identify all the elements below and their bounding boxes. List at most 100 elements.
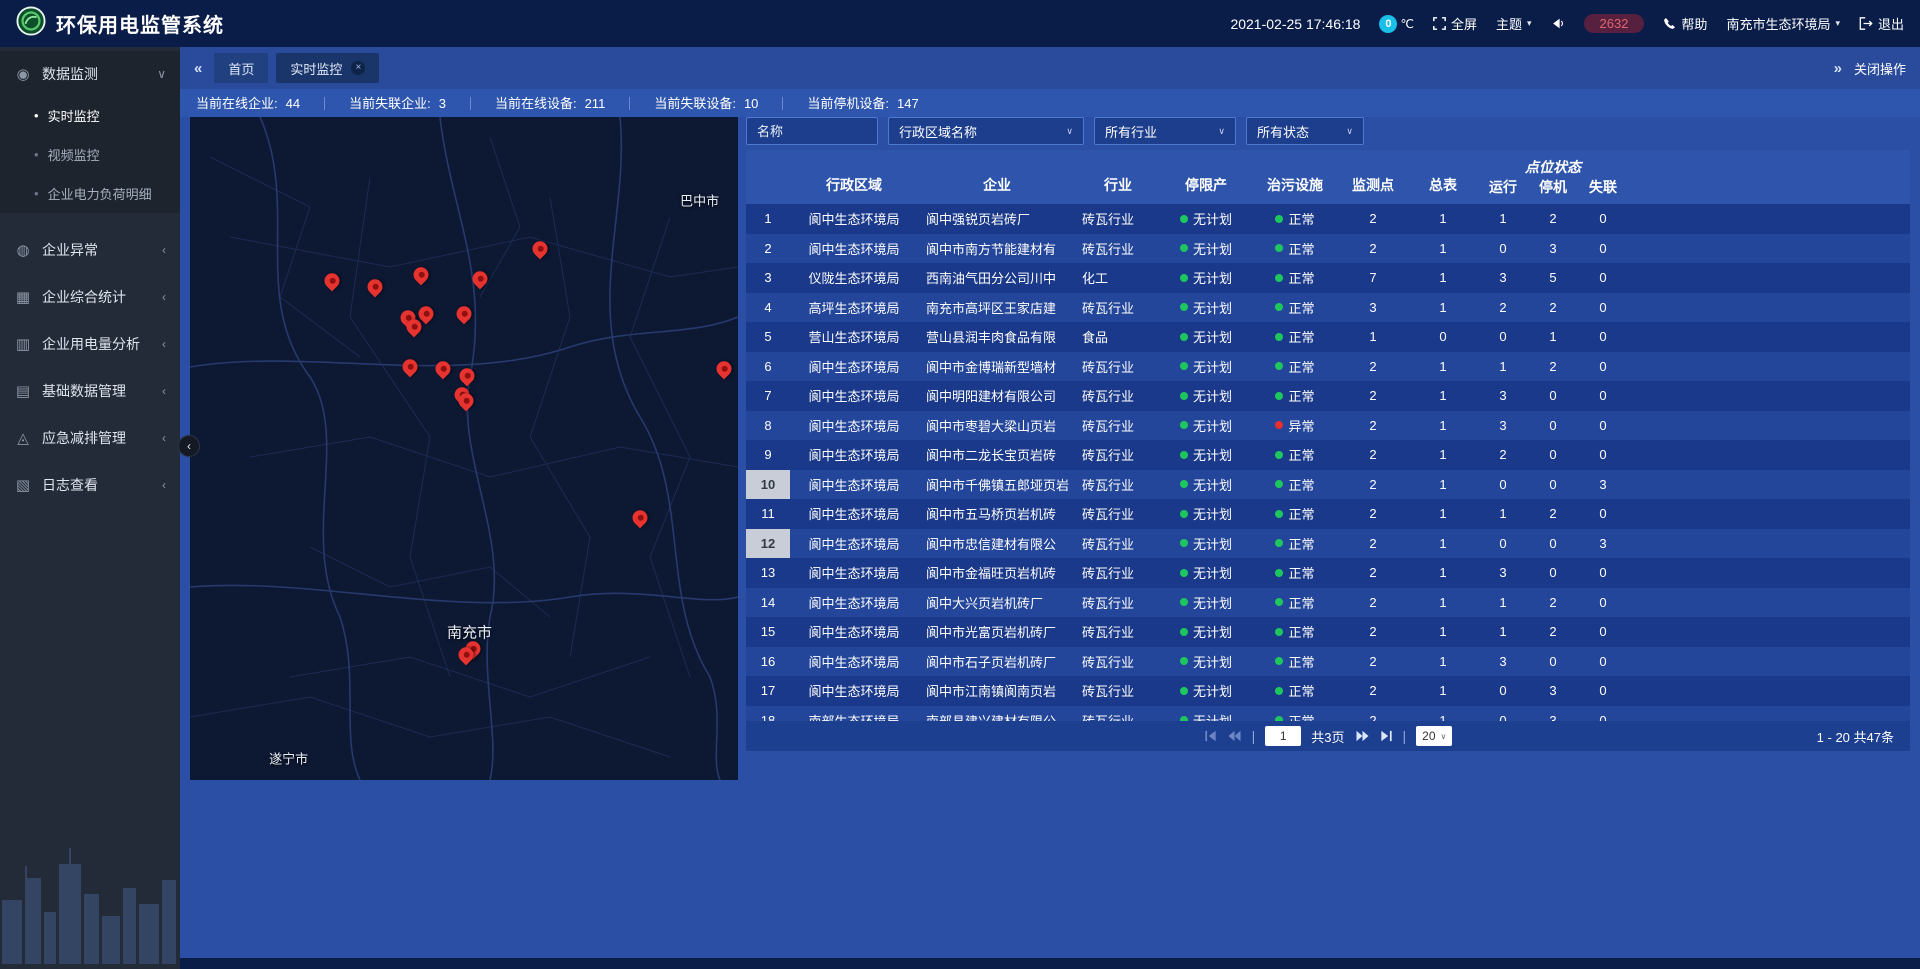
row-region: 阆中生态环境局 bbox=[790, 234, 918, 264]
announcement-button[interactable] bbox=[1551, 17, 1565, 30]
map-panel[interactable]: 巴中市南充市遂宁市 bbox=[190, 117, 738, 780]
alert-count-badge[interactable]: 2632 bbox=[1584, 14, 1645, 33]
row-company: 阆中市枣碧大梁山页岩 bbox=[918, 411, 1076, 441]
col-header-lost: 失联 bbox=[1578, 177, 1628, 206]
tab-home[interactable]: 首页 bbox=[214, 53, 268, 83]
row-company: 阆中市光富页岩机砖厂 bbox=[918, 617, 1076, 647]
table-row[interactable]: 13阆中生态环境局阆中市金福旺页岩机砖砖瓦行业无计划正常21300 bbox=[746, 558, 1910, 588]
row-region: 阆中生态环境局 bbox=[790, 352, 918, 382]
row-region: 南部生态环境局 bbox=[790, 706, 918, 722]
page-size-select[interactable]: 20 ∨ bbox=[1416, 726, 1452, 746]
status-dot bbox=[1275, 303, 1283, 311]
status-filter-select[interactable]: 所有状态 ∨ bbox=[1246, 117, 1364, 145]
row-stopped-count: 0 bbox=[1528, 440, 1578, 470]
table-row[interactable]: 4高坪生态环境局南充市高坪区王家店建砖瓦行业无计划正常31220 bbox=[746, 293, 1910, 323]
row-monitor-points: 2 bbox=[1338, 706, 1408, 722]
table-row[interactable]: 5营山生态环境局营山县润丰肉食品有限食品无计划正常10010 bbox=[746, 322, 1910, 352]
table-row[interactable]: 7阆中生态环境局阆中明阳建材有限公司砖瓦行业无计划正常21300 bbox=[746, 381, 1910, 411]
table-row[interactable]: 10阆中生态环境局阆中市千佛镇五郎垭页岩砖瓦行业无计划正常21003 bbox=[746, 470, 1910, 500]
first-page-button[interactable] bbox=[1204, 730, 1217, 742]
status-dot bbox=[1275, 539, 1283, 547]
sidebar-item-enterprise-abnormal[interactable]: ◍企业异常‹ bbox=[0, 227, 180, 272]
table-row[interactable]: 9阆中生态环境局阆中市二龙长宝页岩砖砖瓦行业无计划正常21200 bbox=[746, 440, 1910, 470]
row-region: 阆中生态环境局 bbox=[790, 676, 918, 706]
industry-filter-select[interactable]: 所有行业 ∨ bbox=[1094, 117, 1236, 145]
row-lost-count: 0 bbox=[1578, 617, 1628, 647]
sidebar-item-enterprise-statistics-label: 企业综合统计 bbox=[42, 287, 152, 307]
sidebar-item-power-usage-analysis[interactable]: ▥企业用电量分析‹ bbox=[0, 321, 180, 366]
chevron-down-icon: ▾ bbox=[1527, 18, 1532, 29]
table-row[interactable]: 18南部生态环境局南部县建兴建材有限公砖瓦行业无计划正常21030 bbox=[746, 706, 1910, 722]
table-row[interactable]: 15阆中生态环境局阆中市光富页岩机砖厂砖瓦行业无计划正常21120 bbox=[746, 617, 1910, 647]
tabs-scroll-right-icon[interactable]: » bbox=[1834, 60, 1842, 77]
top-header: 环保用电监管系统 2021-02-25 17:46:18 0 ℃ 全屏 主题 ▾… bbox=[0, 0, 1920, 47]
region-filter-select[interactable]: 行政区域名称 ∨ bbox=[888, 117, 1084, 145]
next-page-button[interactable] bbox=[1355, 730, 1370, 742]
status-dot bbox=[1180, 539, 1188, 547]
row-region: 阆中生态环境局 bbox=[790, 588, 918, 618]
row-running-count: 3 bbox=[1478, 381, 1528, 411]
table-row[interactable]: 6阆中生态环境局阆中市金博瑞新型墙材砖瓦行业无计划正常21120 bbox=[746, 352, 1910, 382]
table-row[interactable]: 11阆中生态环境局阆中市五马桥页岩机砖砖瓦行业无计划正常21120 bbox=[746, 499, 1910, 529]
row-index: 14 bbox=[746, 588, 790, 618]
status-dot bbox=[1180, 480, 1188, 488]
region-filter-value: 行政区域名称 bbox=[899, 122, 977, 141]
logout-button[interactable]: 退出 bbox=[1859, 14, 1904, 33]
help-button[interactable]: 帮助 bbox=[1663, 14, 1707, 33]
row-lost-count: 3 bbox=[1578, 529, 1628, 559]
sidebar-item-base-data-management[interactable]: ▤基础数据管理‹ bbox=[0, 368, 180, 413]
row-stopped-count: 1 bbox=[1528, 322, 1578, 352]
data-monitor-icon: ◉ bbox=[14, 65, 32, 83]
page-number-input[interactable] bbox=[1265, 726, 1301, 746]
row-running-count: 0 bbox=[1478, 676, 1528, 706]
row-lost-count: 0 bbox=[1578, 322, 1628, 352]
table-row[interactable]: 17阆中生态环境局阆中市江南镇阆南页岩砖瓦行业无计划正常21030 bbox=[746, 676, 1910, 706]
row-total-meters: 1 bbox=[1408, 499, 1478, 529]
row-facility-status: 正常 bbox=[1252, 352, 1338, 382]
table-row[interactable]: 3仪陇生态环境局西南油气田分公司川中化工无计划正常71350 bbox=[746, 263, 1910, 293]
theme-dropdown[interactable]: 主题 ▾ bbox=[1496, 14, 1532, 33]
sidebar-item-realtime-monitor[interactable]: •实时监控 bbox=[0, 96, 180, 135]
table-row[interactable]: 12阆中生态环境局阆中市忠信建材有限公砖瓦行业无计划正常21003 bbox=[746, 529, 1910, 559]
sidebar-item-power-load-detail[interactable]: •企业电力负荷明细 bbox=[0, 174, 180, 213]
table-row[interactable]: 16阆中生态环境局阆中市石子页岩机砖厂砖瓦行业无计划正常21300 bbox=[746, 647, 1910, 677]
row-limit-status: 无计划 bbox=[1160, 411, 1252, 441]
chevron-down-icon: ▾ bbox=[1835, 18, 1840, 29]
row-total-meters: 1 bbox=[1408, 617, 1478, 647]
row-industry: 砖瓦行业 bbox=[1076, 470, 1160, 500]
chevron-left-icon: ‹ bbox=[162, 243, 166, 257]
table-row[interactable]: 1阆中生态环境局阆中强锐页岩砖厂砖瓦行业无计划正常21120 bbox=[746, 204, 1910, 234]
fullscreen-button[interactable]: 全屏 bbox=[1433, 14, 1477, 33]
table-header: 行政区域 企业 行业 停限产 治污设施 监测点 总表 点位状态 运行 停机 bbox=[746, 150, 1910, 204]
row-index: 9 bbox=[746, 440, 790, 470]
status-dot bbox=[1275, 687, 1283, 695]
map-collapse-handle[interactable]: ‹ bbox=[178, 435, 200, 457]
row-limit-status: 无计划 bbox=[1160, 470, 1252, 500]
row-limit-status: 无计划 bbox=[1160, 529, 1252, 559]
tab-realtime-monitor[interactable]: 实时监控× bbox=[276, 53, 379, 83]
row-company: 阆中市金博瑞新型墙材 bbox=[918, 352, 1076, 382]
close-operations-button[interactable]: 关闭操作 bbox=[1854, 59, 1906, 78]
sidebar-item-enterprise-statistics[interactable]: ▦企业综合统计‹ bbox=[0, 274, 180, 319]
row-running-count: 3 bbox=[1478, 411, 1528, 441]
help-label: 帮助 bbox=[1681, 14, 1707, 33]
tabs-scroll-left-icon[interactable]: « bbox=[194, 60, 202, 77]
sidebar-item-emergency-reduction[interactable]: ◬应急减排管理‹ bbox=[0, 415, 180, 460]
sidebar-item-video-monitor[interactable]: •视频监控 bbox=[0, 135, 180, 174]
row-facility-status: 正常 bbox=[1252, 234, 1338, 264]
table-row[interactable]: 8阆中生态环境局阆中市枣碧大梁山页岩砖瓦行业无计划异常21300 bbox=[746, 411, 1910, 441]
sidebar-item-data-monitoring[interactable]: ◉数据监测∨ bbox=[0, 51, 180, 96]
org-dropdown[interactable]: 南充市生态环境局 ▾ bbox=[1726, 14, 1840, 33]
prev-page-button[interactable] bbox=[1227, 730, 1242, 742]
row-monitor-points: 2 bbox=[1338, 588, 1408, 618]
name-filter-input[interactable] bbox=[746, 117, 878, 145]
map-city-label: 南充市 bbox=[447, 622, 492, 643]
table-row[interactable]: 14阆中生态环境局阆中大兴页岩机砖厂砖瓦行业无计划正常21120 bbox=[746, 588, 1910, 618]
last-page-button[interactable] bbox=[1380, 730, 1393, 742]
table-row[interactable]: 2阆中生态环境局阆中市南方节能建材有砖瓦行业无计划正常21030 bbox=[746, 234, 1910, 264]
sidebar-item-realtime-monitor-label: 实时监控 bbox=[48, 106, 100, 125]
tab-close-icon[interactable]: × bbox=[351, 61, 365, 75]
sidebar-item-log-view[interactable]: ▧日志查看‹ bbox=[0, 462, 180, 507]
row-facility-status: 正常 bbox=[1252, 440, 1338, 470]
status-dot bbox=[1275, 628, 1283, 636]
